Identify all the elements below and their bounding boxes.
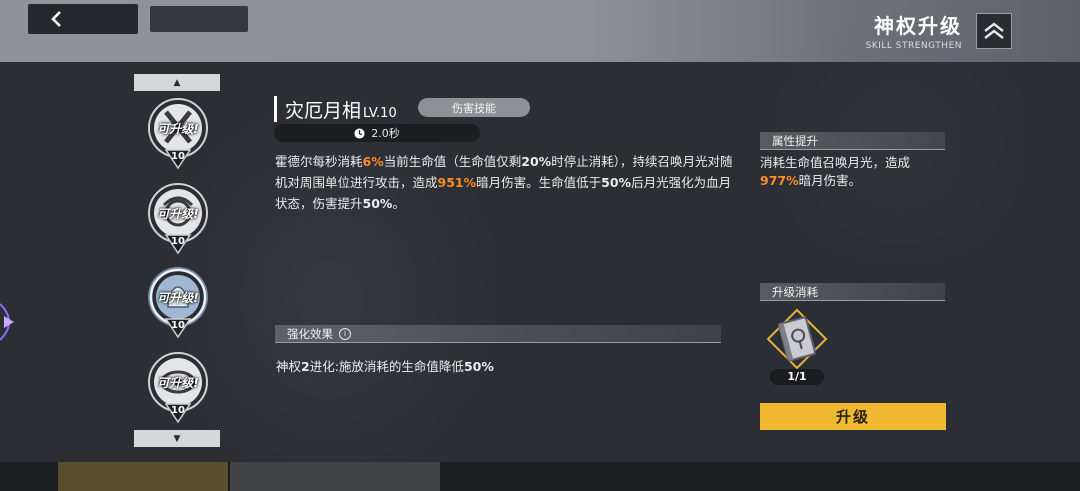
cost-title: 升级消耗 <box>772 284 818 299</box>
desc-text: 霍德尔每秒消耗 <box>275 154 363 169</box>
skill-node-1[interactable]: 可升级! 10 <box>146 98 210 174</box>
back-button[interactable] <box>28 4 138 34</box>
desc-value: 20% <box>521 154 552 169</box>
desc-value: 6% <box>362 154 384 169</box>
skill-level: 10 <box>171 405 185 416</box>
desc-value: 50% <box>362 196 393 211</box>
attribute-line-1: 消耗生命值召唤月光，造成 <box>760 155 911 170</box>
skill-level-label: LV.10 <box>363 106 397 121</box>
tome-icon[interactable] <box>766 308 828 370</box>
cooldown-value: 2.0秒 <box>371 127 400 140</box>
skill-type-tag: 伤害技能 <box>418 98 530 117</box>
attribute-section-header: 属性提升 <box>760 132 945 150</box>
page-subtitle: SKILL STRENGTHEN <box>865 41 962 51</box>
info-icon[interactable]: i <box>339 327 351 340</box>
desc-text: 暗月伤害。生命值低于 <box>476 175 602 190</box>
skill-header: 灾厄月相 LV.10 <box>274 96 397 122</box>
enhance-text: 神权2进化:施放消耗的生命值降低50% <box>276 356 494 375</box>
skill-node-4[interactable]: 可升级! 10 <box>146 352 210 428</box>
page-title: 神权升级 <box>874 14 962 38</box>
scroll-up-button[interactable]: ▲ <box>134 74 220 91</box>
attribute-line-2-text: 暗月伤害。 <box>798 173 862 188</box>
item-count: 1/1 <box>770 369 824 385</box>
enhance-section-header: 强化效果 i <box>275 325 721 343</box>
page-title-block: 神权升级 SKILL STRENGTHEN <box>866 10 962 51</box>
side-expand-arrow-icon[interactable] <box>0 300 22 344</box>
skill-level: 10 <box>171 320 185 331</box>
desc-text: 。 <box>392 196 405 211</box>
attribute-text: 消耗生命值召唤月光，造成 977%暗月伤害。 <box>760 154 960 190</box>
desc-text: 当前生命值（生命值仅剩 <box>383 154 522 169</box>
skill-level: 10 <box>171 236 185 247</box>
upgrade-button[interactable]: 升级 <box>760 403 946 430</box>
scroll-down-button[interactable]: ▼ <box>134 430 220 447</box>
desc-value: 951% <box>437 175 477 190</box>
desc-value: 50% <box>601 175 632 190</box>
bottom-bar <box>0 462 1080 491</box>
upgradable-badge: 可升级! <box>157 291 199 305</box>
upgradable-badge: 可升级! <box>157 376 199 390</box>
bottom-ghost-button <box>58 462 228 491</box>
cost-section-header: 升级消耗 <box>760 283 945 301</box>
attribute-value: 977% <box>760 173 799 188</box>
upgradable-badge: 可升级! <box>157 207 199 221</box>
enhance-value: 2 <box>301 359 310 374</box>
skill-node-3-selected[interactable]: 可升级! 10 <box>146 267 210 343</box>
skill-name: 灾厄月相 <box>285 100 362 122</box>
enhance-text-part: 神权 <box>276 359 302 374</box>
rank-chevron-icon[interactable] <box>976 13 1012 49</box>
skill-node-2[interactable]: 可升级! 10 <box>146 183 210 259</box>
skill-level: 10 <box>171 151 185 162</box>
back-arrow-icon <box>51 11 61 27</box>
clock-icon <box>354 127 365 139</box>
attribute-line-2: 977%暗月伤害。 <box>760 172 960 190</box>
enhance-value: 50% <box>463 359 494 374</box>
cooldown-pill: 2.0秒 <box>274 124 480 142</box>
home-button[interactable] <box>150 6 248 32</box>
enhance-title: 强化效果 <box>287 326 333 341</box>
upgradable-badge: 可升级! <box>157 122 199 136</box>
enhance-text-part: 进化:施放消耗的生命值降低 <box>309 359 464 374</box>
skill-description: 霍德尔每秒消耗6%当前生命值（生命值仅剩20%时停止消耗），持续召唤月光对随机对… <box>275 151 735 214</box>
attribute-title: 属性提升 <box>772 133 818 148</box>
bottom-ghost-panel <box>230 462 440 491</box>
